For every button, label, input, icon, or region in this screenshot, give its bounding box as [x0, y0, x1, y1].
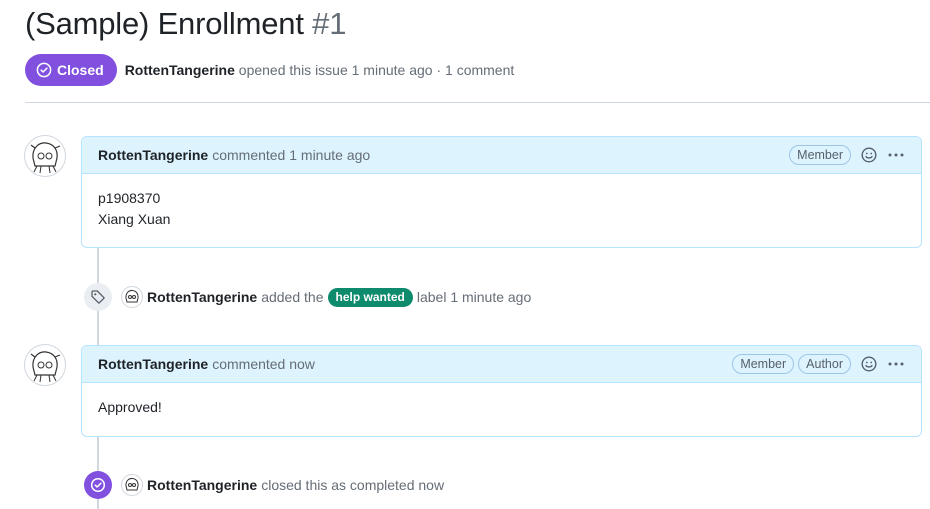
comment-timestamp[interactable]: commented now	[212, 356, 315, 372]
avatar-image-icon	[125, 289, 139, 303]
comment-card: RottenTangerine commented 1 minute ago M…	[81, 136, 922, 248]
comment-body-line: Xiang Xuan	[98, 211, 171, 227]
smiley-icon	[861, 147, 877, 163]
check-circle-icon	[90, 477, 106, 493]
issue-meta: RottenTangerine opened this issue 1 minu…	[125, 62, 515, 78]
state-badge: Closed	[25, 54, 117, 86]
event-actor[interactable]: RottenTangerine	[147, 477, 257, 493]
label-help-wanted[interactable]: help wanted	[327, 287, 413, 307]
closed-event: RottenTangerine closed this as completed…	[84, 471, 444, 499]
event-text: label 1 minute ago	[416, 289, 532, 305]
add-reaction-button[interactable]	[861, 356, 877, 372]
comment-author[interactable]: RottenTangerine	[98, 356, 208, 372]
avatar[interactable]	[24, 135, 66, 177]
event-actor[interactable]: RottenTangerine	[147, 289, 257, 305]
comment-body-line: Approved!	[98, 399, 162, 415]
tag-icon	[91, 290, 105, 304]
avatar-image-icon	[125, 477, 139, 491]
comment-header: RottenTangerine commented now Member Aut…	[82, 346, 921, 383]
event-badge	[84, 471, 112, 499]
role-badge-member: Member	[789, 145, 851, 165]
role-badge-author: Author	[798, 354, 851, 374]
kebab-horizontal-icon	[888, 153, 904, 157]
comment-author[interactable]: RottenTangerine	[98, 147, 208, 163]
event-badge	[84, 283, 112, 311]
comment-body-line: p1908370	[98, 190, 161, 206]
issue-number: #1	[312, 6, 347, 41]
issue-author-link[interactable]: RottenTangerine	[125, 62, 235, 78]
issue-title: (Sample) Enrollment #1	[25, 6, 346, 42]
issue-state-row: Closed RottenTangerine opened this issue…	[25, 54, 514, 86]
label-added-event: RottenTangerine added the help wanted la…	[84, 283, 531, 311]
state-label: Closed	[57, 62, 104, 78]
event-text: added the	[261, 289, 324, 305]
comment-body: p1908370 Xiang Xuan	[82, 174, 921, 244]
add-reaction-button[interactable]	[861, 147, 877, 163]
comment-body: Approved!	[82, 383, 921, 432]
avatar[interactable]	[24, 344, 66, 386]
check-circle-icon	[36, 62, 52, 78]
role-badge-member: Member	[732, 354, 795, 374]
avatar[interactable]	[121, 286, 143, 308]
comment-card: RottenTangerine commented now Member Aut…	[81, 345, 922, 437]
header-divider	[25, 102, 930, 103]
smiley-icon	[861, 356, 877, 372]
comment-header: RottenTangerine commented 1 minute ago M…	[82, 137, 921, 174]
issue-title-text: (Sample) Enrollment	[25, 6, 304, 41]
issue-opened-text: opened this issue 1 minute ago · 1 comme…	[238, 62, 515, 78]
avatar[interactable]	[121, 474, 143, 496]
event-text: closed this as completed now	[261, 477, 445, 493]
comment-menu-button[interactable]	[887, 147, 905, 163]
kebab-horizontal-icon	[888, 362, 904, 366]
avatar-image-icon	[30, 142, 61, 174]
avatar-image-icon	[30, 351, 61, 383]
comment-timestamp[interactable]: commented 1 minute ago	[212, 147, 370, 163]
comment-menu-button[interactable]	[887, 356, 905, 372]
